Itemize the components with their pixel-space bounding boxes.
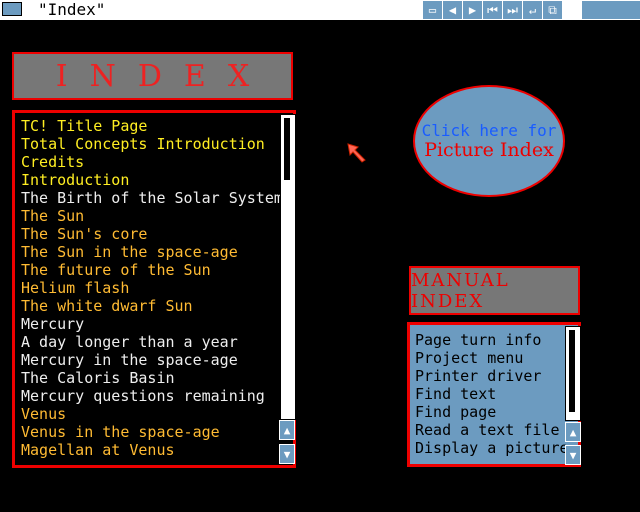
manual-index-panel: Page turn info Project menu Printer driver… <box>407 322 581 467</box>
index-list-item[interactable]: The Sun's core <box>21 225 281 243</box>
arrow-up-icon: ▲ <box>283 423 291 437</box>
navigation-gadgets: ▭ ◀ ▶ ⏮ ⏭ ↵ ⧉ <box>422 1 562 19</box>
index-scroll-down-button[interactable]: ▼ <box>279 444 295 464</box>
arrow-left-icon: ◀ <box>448 3 457 17</box>
next-page-button[interactable]: ▶ <box>462 1 482 19</box>
index-list-item[interactable]: Venus <box>21 405 281 423</box>
manual-list-item[interactable]: Project menu <box>415 349 569 367</box>
index-list-item[interactable]: Mercury in the space-age <box>21 351 281 369</box>
return-button[interactable]: ↵ <box>522 1 542 19</box>
index-list-item[interactable]: Mercury <box>21 315 281 333</box>
arrow-right-icon: ▶ <box>468 3 477 17</box>
index-list-panel: TC! Title Page Total Concepts Introductio… <box>12 110 296 468</box>
last-page-button[interactable]: ⏭ <box>502 1 522 19</box>
manual-list-item[interactable]: Read a text file <box>415 421 569 439</box>
manual-list-item[interactable]: Find text <box>415 385 569 403</box>
manual-list-item[interactable]: Display a picture <box>415 439 569 457</box>
index-scrollbar[interactable] <box>280 114 296 420</box>
index-list-item[interactable]: Magellan at Venus <box>21 441 281 459</box>
page-icon-button[interactable]: ▭ <box>422 1 442 19</box>
skip-forward-icon: ⏭ <box>507 2 518 17</box>
index-list-item[interactable]: The Birth of the Solar System <box>21 189 283 207</box>
index-list-item[interactable]: The Sun <box>21 207 281 225</box>
index-list-item[interactable]: Helium flash <box>21 279 281 297</box>
window-title-bar[interactable]: "Index" ▭ ◀ ▶ ⏮ ⏭ ↵ ⧉ <box>0 0 640 20</box>
index-list-item[interactable]: Total Concepts Introduction <box>21 135 281 153</box>
index-list-item[interactable]: Venus in the space-age <box>21 423 281 441</box>
manual-index-heading: MANUAL INDEX <box>409 266 580 315</box>
mouse-pointer-icon <box>347 143 366 163</box>
arrow-up-icon: ▲ <box>569 425 577 439</box>
picture-index-button[interactable]: Click here for Picture Index <box>413 85 565 197</box>
index-heading: INDEX <box>12 52 293 100</box>
picture-index-line2: Picture Index <box>424 139 554 161</box>
depth-gadget[interactable] <box>582 1 640 19</box>
index-list-item[interactable]: A day longer than a year <box>21 333 281 351</box>
first-page-button[interactable]: ⏮ <box>482 1 502 19</box>
close-window-button[interactable] <box>2 2 22 16</box>
index-list: TC! Title Page Total Concepts Introductio… <box>21 117 283 459</box>
close-icon <box>2 2 22 16</box>
index-list-item[interactable]: TC! Title Page <box>21 117 281 135</box>
index-list-item[interactable]: The Sun in the space-age <box>21 243 281 261</box>
index-list-item[interactable]: Introduction <box>21 171 281 189</box>
manual-list-item[interactable]: Find page <box>415 403 569 421</box>
window-title: "Index" <box>38 0 106 19</box>
index-list-item[interactable]: The white dwarf Sun <box>21 297 281 315</box>
arrow-down-icon: ▼ <box>283 447 291 461</box>
manual-scroll-down-button[interactable]: ▼ <box>565 445 581 465</box>
index-scroll-up-button[interactable]: ▲ <box>279 420 295 440</box>
index-list-item[interactable]: The future of the Sun <box>21 261 281 279</box>
picture-index-line1: Click here for <box>421 121 557 140</box>
page-icon: ▭ <box>428 3 437 17</box>
index-heading-label: INDEX <box>55 58 272 94</box>
index-scroll-thumb[interactable] <box>284 118 290 180</box>
manual-list-item[interactable]: Printer driver <box>415 367 569 385</box>
manual-scrollbar[interactable] <box>565 326 581 421</box>
manual-index-heading-label: MANUAL INDEX <box>411 269 510 312</box>
return-icon: ↵ <box>528 3 537 17</box>
index-list-item[interactable]: Mercury questions remaining <box>21 387 281 405</box>
prev-page-button[interactable]: ◀ <box>442 1 462 19</box>
arrow-down-icon: ▼ <box>569 448 577 462</box>
manual-list-item[interactable]: Page turn info <box>415 331 569 349</box>
zoom-icon: ⧉ <box>548 2 557 17</box>
manual-scroll-thumb[interactable] <box>569 330 575 412</box>
index-list-item[interactable]: Credits <box>21 153 281 171</box>
skip-back-icon: ⏮ <box>487 2 498 17</box>
manual-index-list: Page turn info Project menu Printer driver… <box>415 331 569 457</box>
manual-scroll-up-button[interactable]: ▲ <box>565 422 581 442</box>
zoom-button[interactable]: ⧉ <box>542 1 562 19</box>
index-list-item[interactable]: The Caloris Basin <box>21 369 281 387</box>
